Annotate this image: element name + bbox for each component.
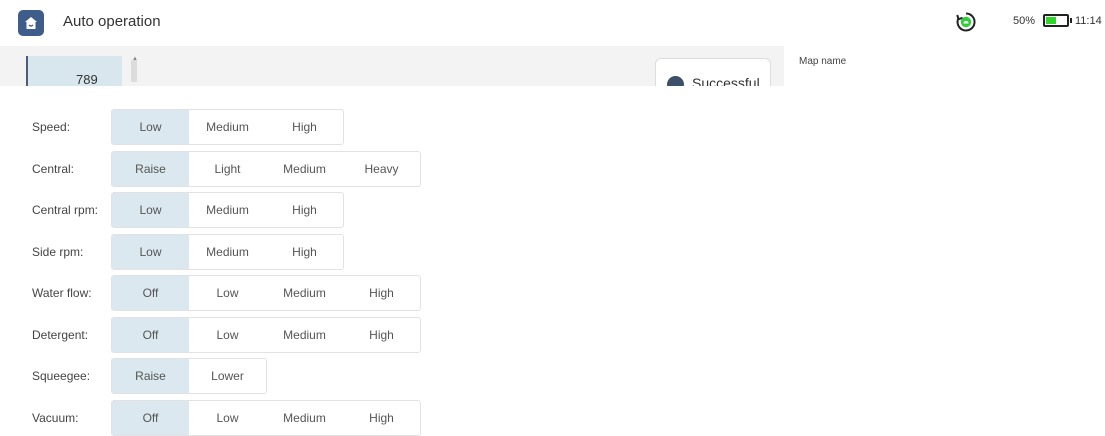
battery-tip xyxy=(1070,18,1072,23)
sync-cloud-icon[interactable] xyxy=(955,11,977,33)
option-medium-button[interactable]: Medium xyxy=(189,193,266,227)
option-off-button[interactable]: Off xyxy=(112,400,189,435)
setting-label: Detergent: xyxy=(32,327,89,342)
top-bar: Auto operation 50% 11:14 xyxy=(0,0,1105,46)
list-item[interactable]: 789 xyxy=(26,56,122,87)
segmented-control: Low Medium High xyxy=(111,233,344,270)
segmented-control: Raise Light Medium Heavy xyxy=(111,150,421,187)
scrollbar[interactable] xyxy=(131,60,137,82)
option-low-button[interactable]: Low xyxy=(189,318,266,352)
home-button[interactable] xyxy=(18,10,44,36)
battery-percent: 50% xyxy=(1013,15,1036,27)
option-low-button[interactable]: Low xyxy=(189,276,266,310)
option-medium-button[interactable]: Medium xyxy=(266,401,343,435)
segmented-control: Low Medium High xyxy=(111,109,344,145)
cleaning-settings-panel: Speed: Low Medium High Central: Raise Light Med… xyxy=(0,86,1105,436)
option-high-button[interactable]: High xyxy=(343,401,420,435)
segmented-control: Off Low Medium High xyxy=(111,275,421,311)
option-low-button[interactable]: Low xyxy=(189,401,266,435)
option-medium-button[interactable]: Medium xyxy=(266,276,343,310)
option-raise-button[interactable]: Raise xyxy=(112,359,189,393)
option-off-button[interactable]: Off xyxy=(112,276,189,310)
option-heavy-button[interactable]: Heavy xyxy=(343,152,420,186)
segmented-control: Raise Lower xyxy=(111,358,267,394)
battery-icon xyxy=(1043,14,1069,27)
option-medium-button[interactable]: Medium xyxy=(266,318,343,352)
clock: 11:14 xyxy=(1075,15,1102,27)
setting-label: Side rpm: xyxy=(32,244,84,259)
list-item-label: 789 xyxy=(76,72,98,87)
option-light-button[interactable]: Light xyxy=(189,152,266,186)
map-name-label: Map name xyxy=(799,56,847,67)
option-high-button[interactable]: High xyxy=(266,193,343,227)
setting-label: Central rpm: xyxy=(32,203,99,217)
home-icon xyxy=(25,17,37,29)
option-medium-button[interactable]: Medium xyxy=(189,110,266,144)
option-high-button[interactable]: High xyxy=(266,235,343,269)
option-medium-button[interactable]: Medium xyxy=(189,235,266,269)
segmented-control: Low Medium High xyxy=(111,192,344,228)
battery-fill xyxy=(1046,17,1056,24)
setting-label: Central: xyxy=(32,161,75,176)
option-low-button[interactable]: Low xyxy=(112,193,189,227)
option-high-button[interactable]: High xyxy=(343,276,420,310)
option-low-button[interactable]: Low xyxy=(112,110,189,144)
option-raise-button[interactable]: Raise xyxy=(112,151,189,186)
option-off-button[interactable]: Off xyxy=(112,317,189,352)
setting-label: Speed: xyxy=(32,120,71,134)
page-title: Auto operation xyxy=(63,13,161,30)
segmented-control: Off Low Medium High xyxy=(111,399,421,436)
option-lower-button[interactable]: Lower xyxy=(189,359,266,393)
option-high-button[interactable]: High xyxy=(343,318,420,352)
option-high-button[interactable]: High xyxy=(266,110,343,144)
map-info-panel: Map name xyxy=(784,46,1105,86)
setting-label: Squeegee: xyxy=(32,369,91,383)
segmented-control: Off Low Medium High xyxy=(111,316,421,353)
option-medium-button[interactable]: Medium xyxy=(266,152,343,186)
setting-label: Water flow: xyxy=(32,286,92,300)
option-low-button[interactable]: Low xyxy=(112,234,189,269)
setting-label: Vacuum: xyxy=(32,410,79,425)
